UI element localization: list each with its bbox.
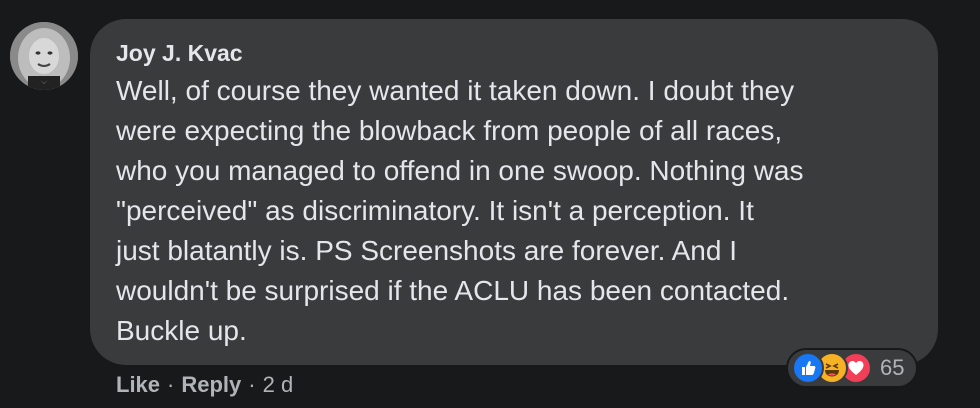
author-name[interactable]: Joy J. Kvac [116,39,914,67]
comment-text-line: were expecting the blowback from people … [116,115,783,146]
author-avatar[interactable] [10,22,78,90]
comment-text-line: Well, of course they wanted it taken dow… [116,75,795,106]
comment-text: Well, of course they wanted it taken dow… [116,71,914,351]
like-icon [792,352,824,384]
comment-bubble: Joy J. Kvac Well, of course they wanted … [90,19,938,365]
separator-dot: · [167,372,175,397]
comment: Joy J. Kvac Well, of course they wanted … [0,0,980,408]
reactions-summary[interactable]: 65 [786,348,919,388]
comment-text-line: just blatantly is. PS Screenshots are fo… [116,235,737,266]
reaction-count: 65 [880,355,905,380]
comment-text-line: who you managed to offend in one swoop. … [116,155,804,186]
comment-actions: Like · Reply · 2 d [116,368,293,402]
comment-text-line: Buckle up. [116,315,247,346]
comment-text-line: "perceived" as discriminatory. It isn't … [116,195,754,226]
separator-dot: · [248,372,256,397]
avatar-photo [10,22,78,90]
comment-timestamp[interactable]: 2 d [263,372,294,397]
like-button[interactable]: Like [116,372,160,397]
comment-text-line: wouldn't be surprised if the ACLU has be… [116,275,790,306]
reply-button[interactable]: Reply [181,372,241,397]
